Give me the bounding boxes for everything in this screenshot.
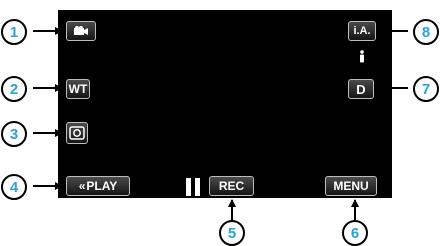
callout-arrows (33, 27, 408, 224)
callout-3: 3 (1, 121, 27, 147)
callout-1: 1 (1, 19, 27, 45)
callout-2: 2 (1, 76, 27, 102)
callout-4: 4 (1, 174, 27, 200)
callout-7: 7 (413, 76, 439, 102)
callout-6: 6 (342, 220, 368, 246)
callout-8: 8 (413, 19, 439, 45)
callout-5: 5 (219, 220, 245, 246)
